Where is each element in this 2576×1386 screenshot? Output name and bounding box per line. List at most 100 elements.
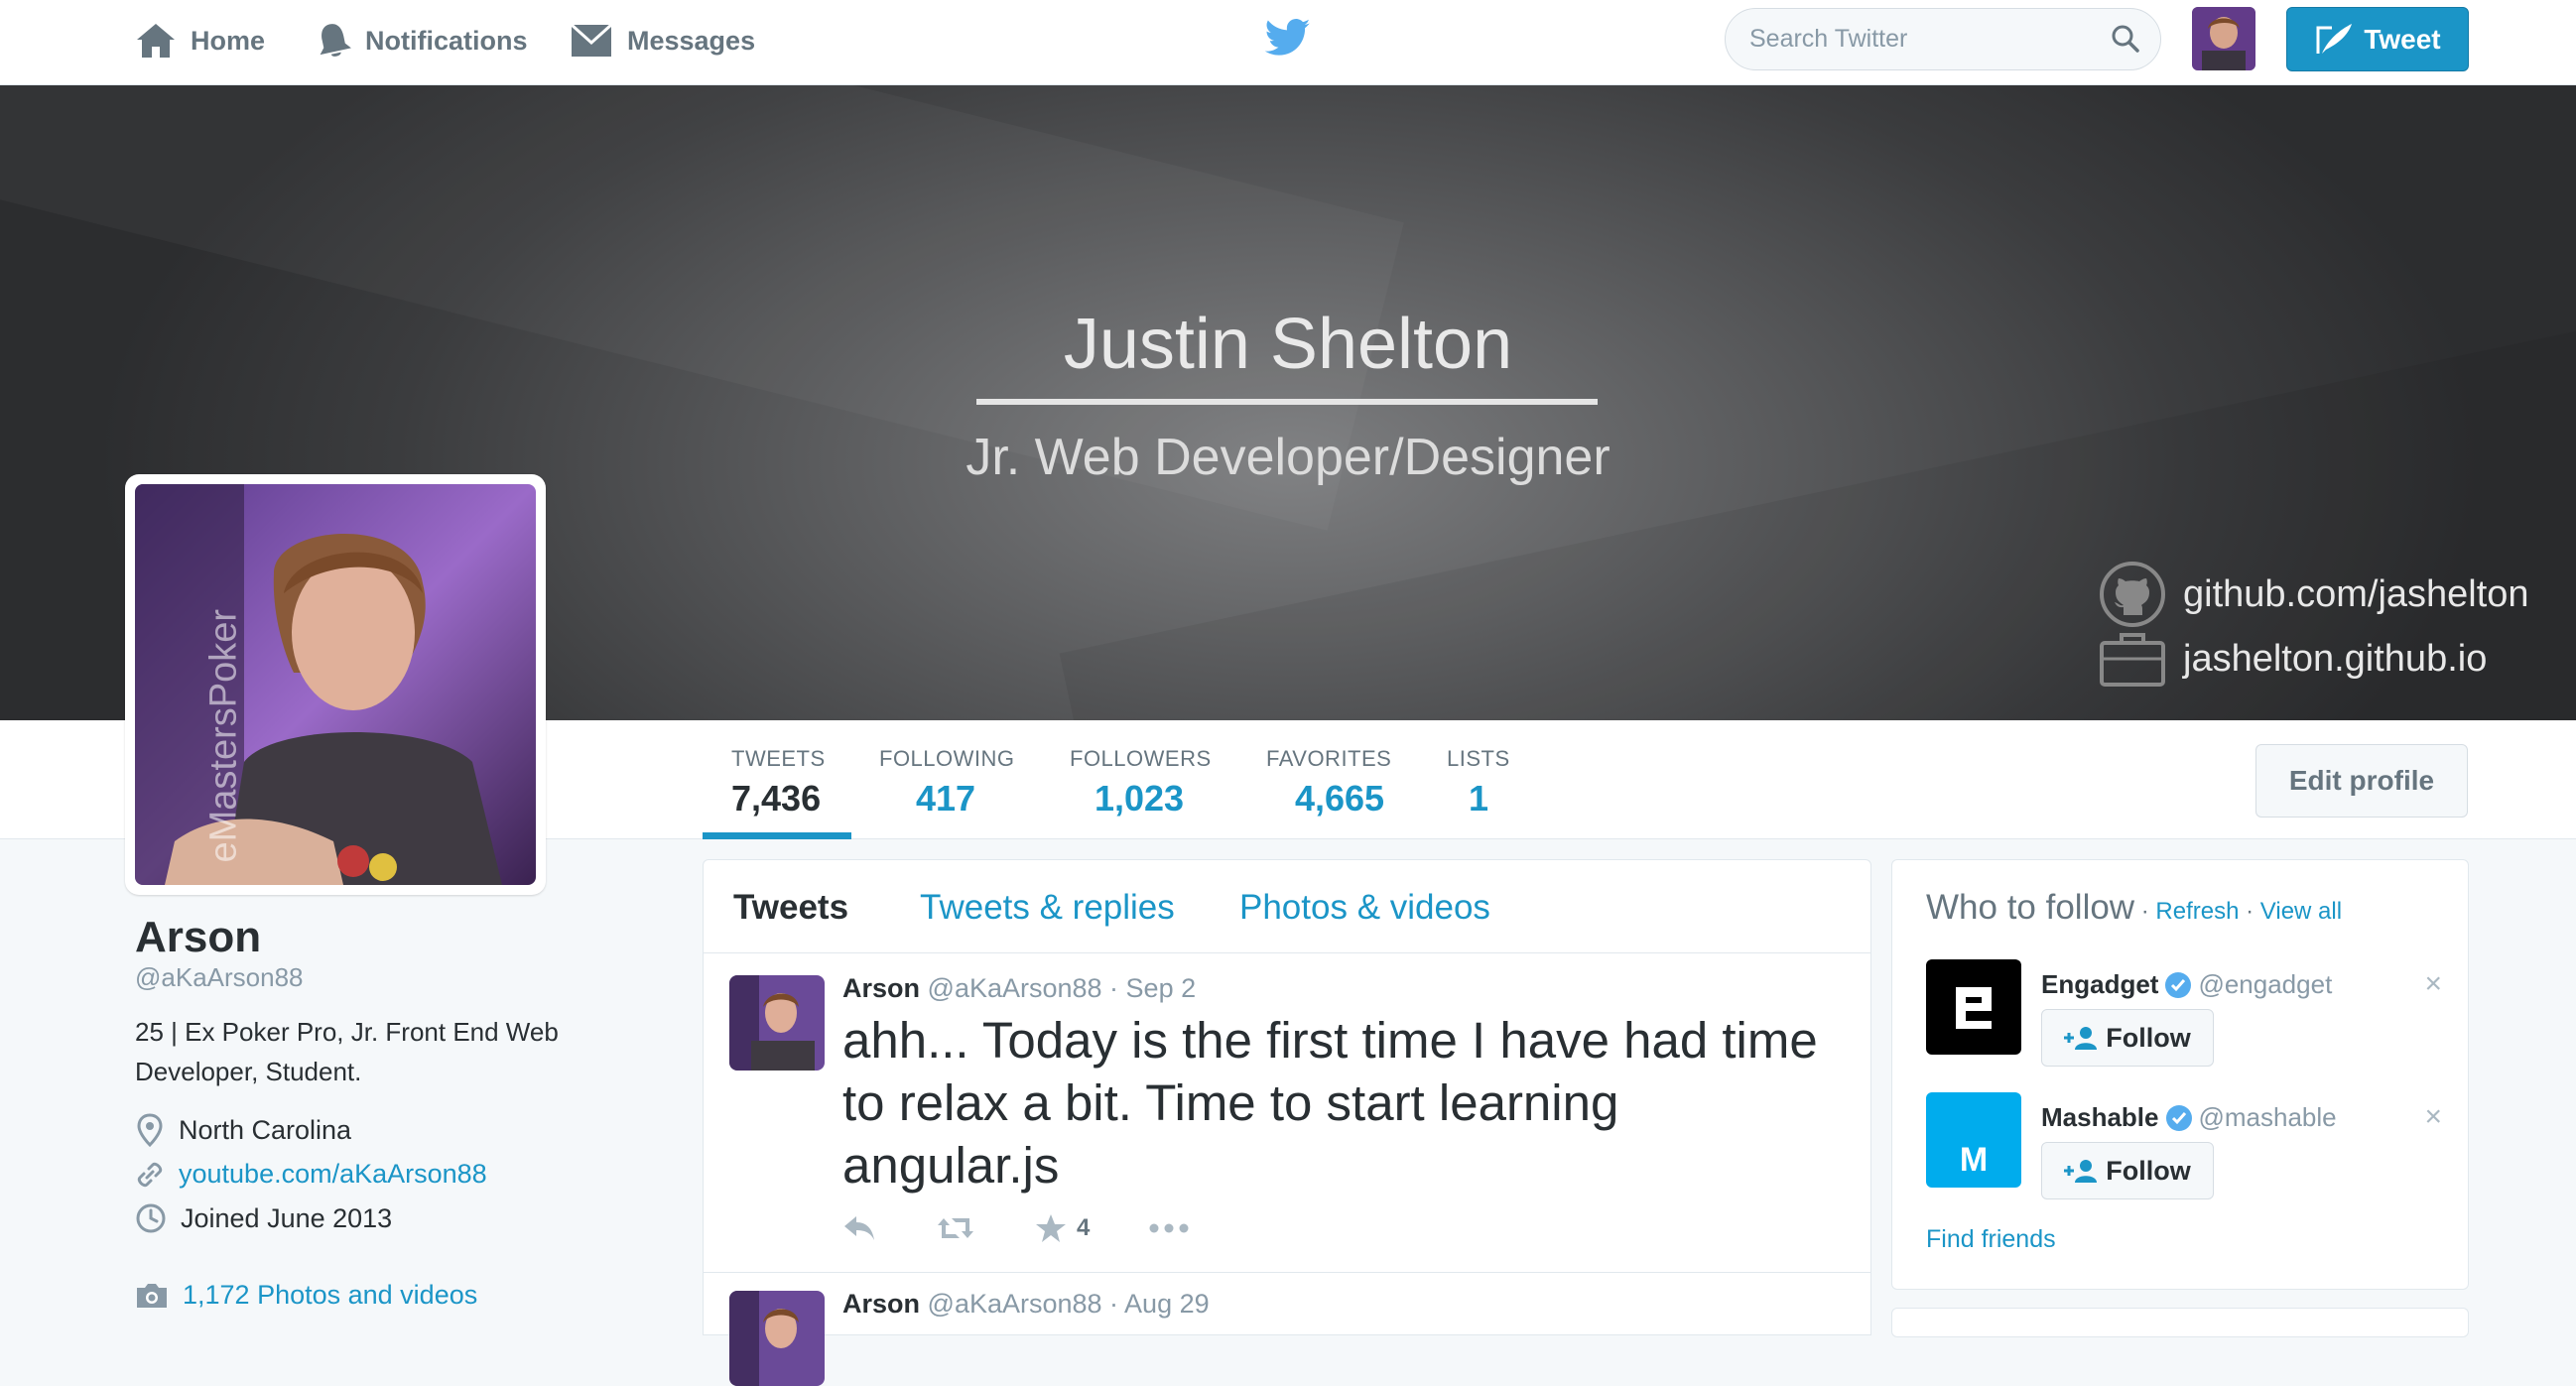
view-all-link[interactable]: View all xyxy=(2260,898,2342,925)
stat-label: FAVORITES xyxy=(1266,746,1392,771)
search-icon[interactable] xyxy=(2111,24,2140,54)
clock-icon xyxy=(136,1203,166,1233)
trends-module xyxy=(1891,1308,2469,1337)
tweet-author-handle[interactable]: @aKaArson88 · Aug 29 xyxy=(928,1289,1210,1319)
tweet-author-name[interactable]: Arson xyxy=(842,973,920,1003)
reply-button[interactable] xyxy=(842,1214,876,1242)
reply-icon xyxy=(844,1216,874,1240)
tab-tweets[interactable]: Tweets xyxy=(733,888,848,928)
tab-tweets-replies[interactable]: Tweets & replies xyxy=(920,888,1175,928)
banner-github-text: github.com/jashelton xyxy=(2183,572,2529,615)
retweet-button[interactable] xyxy=(936,1214,975,1242)
suggestion-name[interactable]: Mashable xyxy=(2041,1102,2159,1133)
tweet-header: Arson @aKaArson88 · Sep 2 xyxy=(842,973,1196,1004)
search-input[interactable] xyxy=(1749,25,2107,54)
home-icon xyxy=(137,24,175,58)
nav-home-label: Home xyxy=(191,25,266,56)
profile-location: North Carolina xyxy=(135,1113,351,1147)
nav-notifications[interactable]: Notifications xyxy=(316,0,528,81)
dismiss-suggestion-icon[interactable]: × xyxy=(2424,967,2442,1001)
more-button[interactable] xyxy=(1149,1223,1189,1233)
stat-following[interactable]: FOLLOWING 417 xyxy=(879,720,1015,839)
favorite-count: 4 xyxy=(1077,1214,1091,1241)
banner-website: jashelton.github.io xyxy=(2098,629,2487,689)
stat-label: TWEETS xyxy=(731,746,826,771)
mashable-logo[interactable]: M xyxy=(1926,1092,2021,1188)
favorite-button[interactable]: 4 xyxy=(1035,1213,1090,1243)
stat-label: FOLLOWING xyxy=(879,746,1015,771)
location-pin-icon xyxy=(137,1113,163,1147)
who-to-follow-module: Who to follow · Refresh · View all Engad… xyxy=(1891,859,2469,1290)
compose-quill-icon xyxy=(2316,23,2353,54)
profile-joined: Joined June 2013 xyxy=(135,1202,392,1234)
more-dots-icon xyxy=(1149,1223,1189,1233)
camera-icon xyxy=(137,1283,167,1308)
suggestion-engadget: Engadget @engadget × Follow xyxy=(1926,959,2442,1069)
refresh-link[interactable]: Refresh xyxy=(2155,898,2239,925)
tweet-avatar[interactable] xyxy=(729,975,825,1071)
stat-tweets[interactable]: TWEETS 7,436 xyxy=(703,720,851,839)
stat-label: LISTS xyxy=(1447,746,1510,771)
follow-button-label: Follow xyxy=(2106,1155,2191,1186)
profile-name[interactable]: Arson xyxy=(135,913,261,962)
verified-badge-icon xyxy=(2165,1104,2192,1131)
find-friends-link[interactable]: Find friends xyxy=(1926,1225,2056,1254)
stat-followers[interactable]: FOLLOWERS 1,023 xyxy=(1070,720,1212,839)
star-icon xyxy=(1036,1214,1066,1242)
banner-website-text: jashelton.github.io xyxy=(2183,637,2488,680)
edit-profile-button[interactable]: Edit profile xyxy=(2255,744,2468,818)
tweet-item[interactable]: Arson @aKaArson88 · Aug 29 xyxy=(704,1273,1870,1386)
profile-location-text: North Carolina xyxy=(179,1114,352,1145)
tweet-actions: 4 xyxy=(842,1213,1248,1243)
envelope-icon xyxy=(570,23,613,57)
profile-photos[interactable]: 1,172 Photos and videos xyxy=(135,1280,477,1311)
verified-badge-icon xyxy=(2165,971,2192,998)
tweet-item[interactable]: Arson @aKaArson88 · Sep 2 ahh... Today i… xyxy=(704,953,1870,1273)
stat-value: 1,023 xyxy=(1094,778,1185,819)
stat-value: 1 xyxy=(1468,778,1489,819)
suggestion-mashable: M Mashable @mashable × Follow xyxy=(1926,1092,2442,1201)
follow-button[interactable]: Follow xyxy=(2041,1142,2214,1199)
stat-favorites[interactable]: FAVORITES 4,665 xyxy=(1266,720,1413,839)
briefcase-icon xyxy=(2100,633,2165,687)
engadget-logo[interactable] xyxy=(1926,959,2021,1055)
search-box[interactable] xyxy=(1725,8,2161,70)
tweet-author-name[interactable]: Arson xyxy=(842,1289,920,1319)
stat-label: FOLLOWERS xyxy=(1070,746,1212,771)
retweet-icon xyxy=(938,1218,973,1238)
tab-photos-videos[interactable]: Photos & videos xyxy=(1239,888,1490,928)
banner-divider xyxy=(976,399,1598,405)
account-avatar[interactable] xyxy=(2192,7,2255,70)
twitter-bird-icon[interactable] xyxy=(1264,18,1311,63)
bell-icon xyxy=(320,24,351,57)
stat-value: 7,436 xyxy=(731,778,822,819)
suggestion-handle[interactable]: @engadget xyxy=(2198,969,2332,1000)
profile-photos-text[interactable]: 1,172 Photos and videos xyxy=(183,1280,477,1311)
follow-button[interactable]: Follow xyxy=(2041,1009,2214,1067)
tweet-avatar[interactable] xyxy=(729,1291,825,1386)
github-icon xyxy=(2100,562,2165,627)
profile-website-text[interactable]: youtube.com/aKaArson88 xyxy=(179,1159,487,1190)
nav-home[interactable]: Home xyxy=(135,0,265,81)
separator: · xyxy=(2239,898,2260,925)
mashable-logo-letter: M xyxy=(1959,1141,1989,1179)
banner-github: github.com/jashelton xyxy=(2098,560,2529,629)
banner-name: Justin Shelton xyxy=(1063,305,1513,384)
compose-tweet-button[interactable]: Tweet xyxy=(2286,7,2469,71)
tweet-timeline: Tweets Tweets & replies Photos & videos … xyxy=(703,859,1871,1386)
profile-avatar[interactable]: eMastersPoker xyxy=(125,474,546,895)
who-to-follow-header: Who to follow · Refresh · View all xyxy=(1926,888,2342,928)
dismiss-suggestion-icon[interactable]: × xyxy=(2424,1100,2442,1134)
nav-messages[interactable]: Messages xyxy=(570,0,755,81)
top-navigation-bar: Home Notifications Messages Tweet xyxy=(0,0,2576,85)
profile-handle[interactable]: @aKaArson88 xyxy=(135,962,304,993)
nav-notifications-label: Notifications xyxy=(365,25,528,56)
suggestion-handle[interactable]: @mashable xyxy=(2199,1102,2337,1133)
suggestion-name[interactable]: Engadget xyxy=(2041,969,2158,1000)
tweet-author-handle[interactable]: @aKaArson88 · Sep 2 xyxy=(928,973,1197,1003)
link-icon xyxy=(137,1162,163,1187)
stat-lists[interactable]: LISTS 1 xyxy=(1447,720,1510,839)
profile-website[interactable]: youtube.com/aKaArson88 xyxy=(135,1159,487,1190)
nav-messages-label: Messages xyxy=(627,25,756,56)
timeline-tabs: Tweets Tweets & replies Photos & videos xyxy=(704,860,1870,953)
